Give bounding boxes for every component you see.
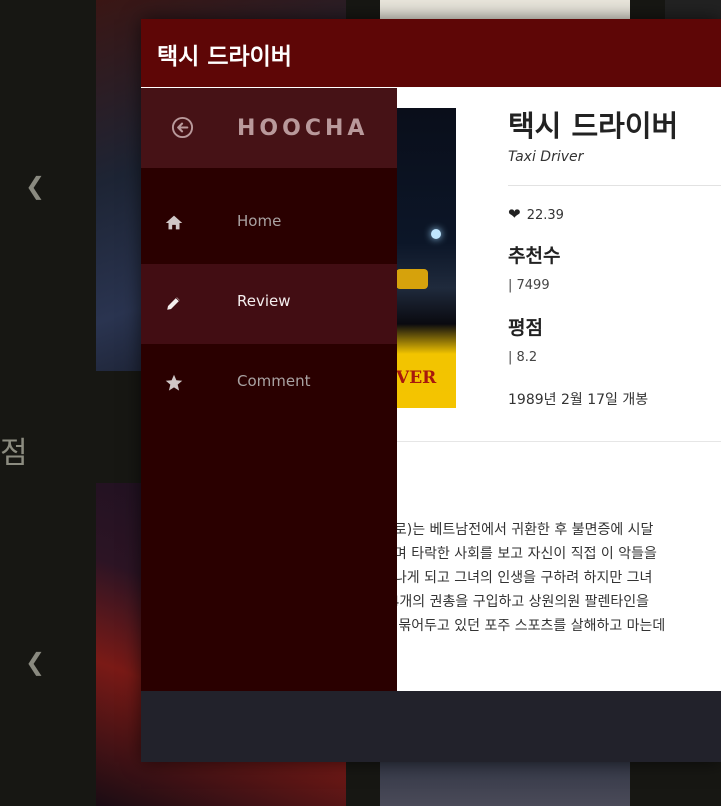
poster-text: VER bbox=[396, 368, 437, 388]
home-icon bbox=[165, 215, 183, 230]
arrow-circle-left-icon[interactable] bbox=[171, 116, 194, 139]
sidebar: HOOCHA Home Review Comment bbox=[141, 88, 397, 691]
modal-title: 택시 드라이버 bbox=[157, 44, 292, 70]
star-icon bbox=[165, 374, 183, 391]
movie-original-title: Taxi Driver bbox=[508, 149, 584, 165]
poster-taxi-shape bbox=[396, 269, 428, 289]
background-text-fragment: 점 bbox=[0, 436, 28, 471]
sidebar-item-label: Home bbox=[237, 212, 282, 230]
synopsis-line: 니며 타락한 사회를 보고 자신이 직접 이 악들을 bbox=[381, 546, 657, 562]
synopsis-line: 를 묶어두고 있던 포주 스포츠를 살해하고 마는데 bbox=[381, 618, 666, 634]
sidebar-item-home[interactable]: Home bbox=[141, 184, 397, 264]
rating-label: 평점 bbox=[508, 317, 543, 339]
sidebar-item-label: Review bbox=[237, 292, 291, 310]
recommend-label: 추천수 bbox=[508, 245, 561, 267]
likes: ❤ 22.39 bbox=[508, 205, 564, 223]
poster-light-shape bbox=[431, 229, 441, 239]
sidebar-item-comment[interactable]: Comment bbox=[141, 344, 397, 424]
sidebar-item-label: Comment bbox=[237, 372, 311, 390]
likes-value: 22.39 bbox=[526, 208, 564, 223]
release-date: 1989년 2월 17일 개봉 bbox=[508, 392, 649, 408]
recommend-value: | 7499 bbox=[508, 278, 550, 293]
synopsis-line: 니로)는 베트남전에서 귀환한 후 불면증에 시달 bbox=[381, 522, 654, 538]
chevron-left-icon[interactable]: ❮ bbox=[25, 648, 45, 676]
sidebar-item-review[interactable]: Review bbox=[141, 264, 397, 344]
divider bbox=[396, 441, 721, 442]
movie-title: 택시 드라이버 bbox=[508, 109, 679, 143]
synopsis-line: - 4개의 권총을 구입하고 상원의원 팔렌타인을 bbox=[381, 594, 650, 610]
heart-icon[interactable]: ❤ bbox=[508, 205, 521, 223]
rating-value: | 8.2 bbox=[508, 350, 538, 365]
divider bbox=[508, 185, 721, 186]
chevron-left-icon[interactable]: ❮ bbox=[25, 172, 45, 200]
modal-footer bbox=[141, 691, 721, 762]
brand-logo: HOOCHA bbox=[237, 116, 369, 141]
pencil-icon bbox=[166, 295, 182, 311]
sidebar-header: HOOCHA bbox=[141, 88, 397, 168]
movie-poster bbox=[396, 108, 456, 408]
synopsis-line: 만나게 되고 그녀의 인생을 구하려 하지만 그녀 bbox=[381, 570, 653, 586]
modal-header: 택시 드라이버 bbox=[141, 19, 721, 87]
